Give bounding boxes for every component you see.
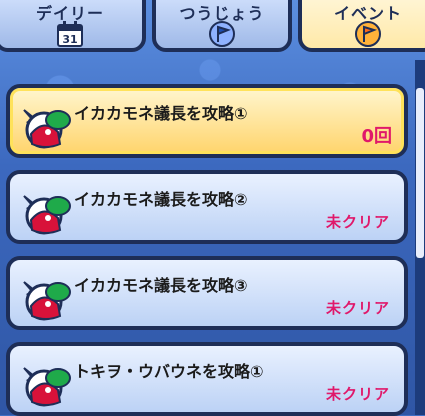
scrollbar-thumb[interactable] bbox=[416, 88, 424, 258]
calendar-icon: 31 bbox=[57, 21, 83, 47]
quest-item-2[interactable]: イカカモネ議長を攻略② 未クリア bbox=[6, 170, 408, 244]
calendar-number: 31 bbox=[62, 33, 77, 46]
tab-normal[interactable]: つうじょう bbox=[152, 0, 292, 52]
tab-daily[interactable]: デイリー 31 bbox=[0, 0, 146, 52]
quest-item-4[interactable]: トキヲ・ウバウネを攻略① 未クリア bbox=[6, 342, 408, 416]
quest-item-1[interactable]: イカカモネ議長を攻略① 0回 bbox=[6, 84, 408, 158]
quest-status-uncleared: 未クリア bbox=[325, 213, 390, 231]
boss-icon bbox=[23, 195, 71, 235]
flag-icon bbox=[209, 21, 235, 47]
quest-title: イカカモネ議長を攻略② bbox=[74, 190, 248, 209]
quest-title: トキヲ・ウバウネを攻略① bbox=[74, 362, 264, 381]
quest-status-uncleared: 未クリア bbox=[325, 299, 390, 317]
quest-title: イカカモネ議長を攻略① bbox=[74, 104, 248, 123]
quest-status-uncleared: 未クリア bbox=[325, 385, 390, 403]
boss-icon bbox=[23, 109, 71, 149]
tab-event[interactable]: イベント bbox=[298, 0, 425, 52]
boss-icon bbox=[23, 367, 71, 407]
boss-icon bbox=[23, 281, 71, 321]
quest-clear-count: 0回 bbox=[361, 126, 392, 147]
event-flag-icon bbox=[355, 21, 381, 47]
quest-item-3[interactable]: イカカモネ議長を攻略③ 未クリア bbox=[6, 256, 408, 330]
quest-title: イカカモネ議長を攻略③ bbox=[74, 276, 248, 295]
